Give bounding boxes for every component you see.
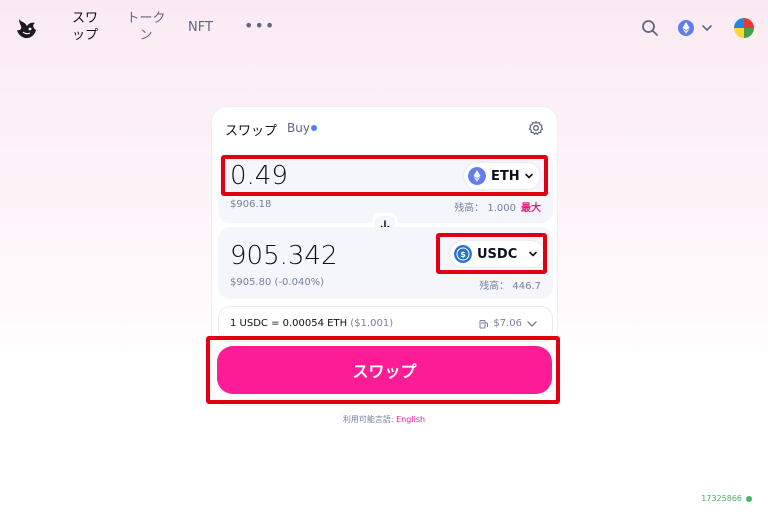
tab-buy[interactable]: Buy [287,121,310,135]
nav-swap[interactable]: スワップ [66,10,104,44]
gear-icon[interactable] [528,120,544,136]
language-prefix: 利用可能言語: [342,415,394,424]
sell-balance: 残高： 1.000 最大 [454,199,541,214]
buy-panel: 905.342 $ USDC $905.80 (-0.040%) 残高： 446… [218,227,553,299]
buy-balance: 残高： 446.7 [479,281,541,292]
block-status-dot [746,496,752,502]
nav-tokens[interactable]: トークン [126,10,166,44]
more-menu-button[interactable]: ••• [244,17,275,34]
nav-nft[interactable]: NFT [188,19,213,36]
eth-token-icon [468,167,486,185]
gas-estimate-value: $7.06 [493,318,522,329]
exchange-rate-text: 1 USDC = 0.00054 ETH [230,318,348,329]
gas-pump-icon [479,319,489,328]
chevron-down-icon [529,251,537,257]
gas-estimate: $7.06 [479,318,542,329]
buy-usd-value: $905.80 (-0.040%) [230,277,324,288]
buy-usd-delta: (-0.040%) [274,277,325,288]
buy-token-selector[interactable]: $ USDC [450,241,544,267]
block-number: 17325866 [701,494,742,503]
swap-button[interactable]: スワップ [217,346,552,394]
exchange-rate-usd: ($1.001) [350,318,394,329]
chevron-down-icon [525,173,533,179]
ethereum-network-icon [678,20,694,36]
language-note: 利用可能言語: English [0,414,768,425]
chevron-down-icon [527,320,537,327]
sell-usd-value: $906.18 [230,199,272,210]
buy-token-label: USDC [477,246,518,262]
rate-row[interactable]: 1 USDC = 0.00054 ETH ($1.001) $7.06 [218,306,553,342]
uniswap-logo-icon[interactable] [14,17,40,41]
buy-usd-amount: $905.80 [230,277,272,288]
buy-amount-output[interactable]: 905.342 [230,241,338,271]
tab-swap[interactable]: スワップ [225,120,277,139]
exchange-rate: 1 USDC = 0.00054 ETH ($1.001) [230,318,393,329]
top-nav: スワップ トークン NFT ••• [0,0,768,60]
usdc-token-icon: $ [454,245,472,263]
sell-token-label: ETH [491,168,520,184]
chevron-down-icon [702,25,712,32]
sell-amount-input[interactable]: 0.49 [230,161,288,191]
sell-token-selector[interactable]: ETH [464,163,540,189]
account-avatar[interactable] [734,18,754,38]
svg-text:$: $ [460,250,466,259]
search-icon[interactable] [641,19,659,37]
buy-indicator-dot [311,125,317,131]
max-button[interactable]: 最大 [521,203,541,214]
network-selector[interactable] [678,19,718,37]
language-link-english[interactable]: English [396,415,425,424]
sell-balance-text: 残高： 1.000 [454,203,516,214]
